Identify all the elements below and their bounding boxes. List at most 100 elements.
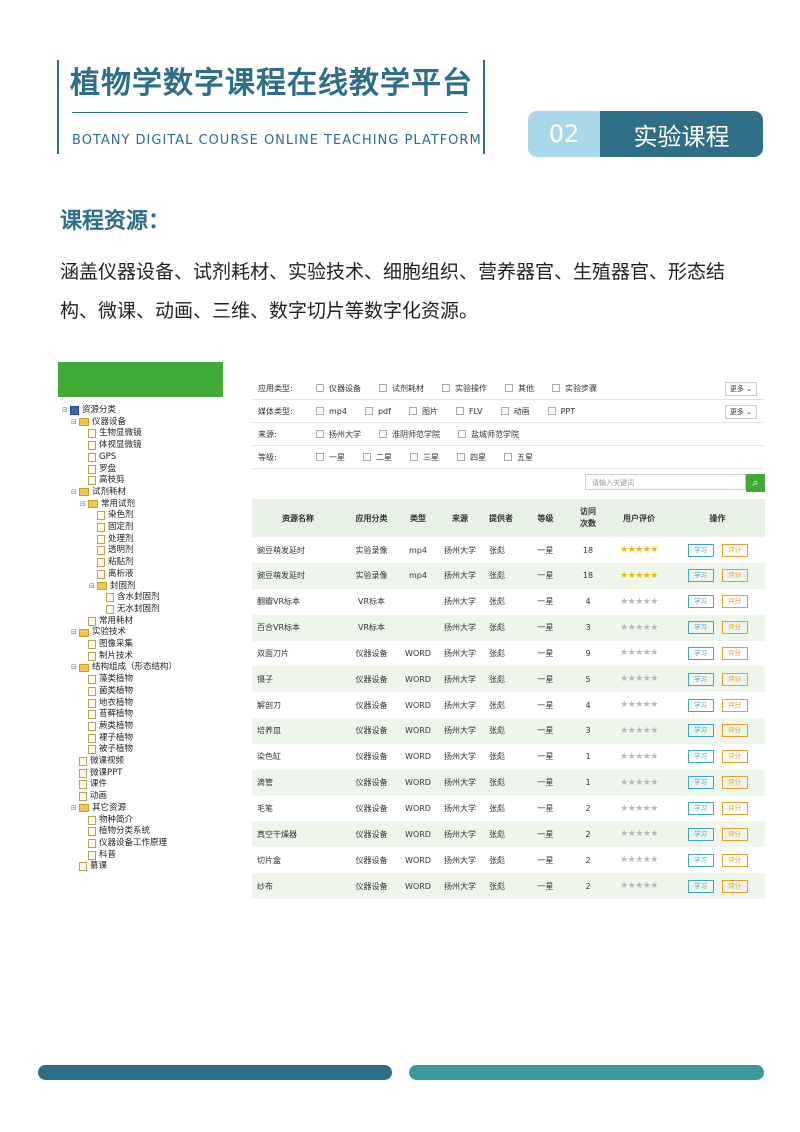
tree-node[interactable]: 苔藓植物 xyxy=(80,709,133,720)
tree-node[interactable]: 物种简介 xyxy=(80,815,133,826)
learn-button[interactable]: 学习 xyxy=(687,595,714,609)
rate-button[interactable]: 评分 xyxy=(721,646,748,660)
tree-toggle[interactable]: ⊟ xyxy=(71,662,77,673)
learn-button[interactable]: 学习 xyxy=(687,853,714,867)
tree-node[interactable]: 无水封固剂 xyxy=(98,604,160,615)
learn-button[interactable]: 学习 xyxy=(687,569,714,583)
filter-checkbox[interactable] xyxy=(442,384,450,392)
tree-toggle[interactable]: ⊟ xyxy=(89,581,95,592)
tree-node[interactable]: 蕨类植物 xyxy=(80,721,133,732)
filter-option[interactable]: 淮阴师范学院 xyxy=(379,429,440,440)
tree-toggle[interactable]: ⊟ xyxy=(71,487,77,498)
filter-checkbox[interactable] xyxy=(379,430,387,438)
tree-node[interactable]: 粘贴剂 xyxy=(89,557,134,568)
tree-node[interactable]: 含水封固剂 xyxy=(98,592,160,603)
tree-node[interactable]: ⊟ 实验技术 xyxy=(71,627,126,638)
search-input[interactable]: 请输入关键词 xyxy=(585,474,746,490)
filter-checkbox[interactable] xyxy=(363,453,371,461)
tree-node[interactable]: 菌类植物 xyxy=(80,686,133,697)
tree-node[interactable]: 植物分类系统 xyxy=(80,826,150,837)
filter-checkbox[interactable] xyxy=(547,407,556,415)
rate-button[interactable]: 评分 xyxy=(721,698,748,712)
more-button[interactable]: 更多 ⌄ xyxy=(724,405,757,419)
tree-node[interactable]: 动画 xyxy=(71,791,107,802)
filter-checkbox[interactable] xyxy=(410,453,418,461)
tree-node[interactable]: 图像采集 xyxy=(80,639,133,650)
tree-node[interactable]: 常用耗材 xyxy=(80,616,133,627)
learn-button[interactable]: 学习 xyxy=(687,724,714,738)
filter-option[interactable]: 其他 xyxy=(505,383,534,394)
filter-checkbox[interactable] xyxy=(379,384,387,392)
rate-button[interactable]: 评分 xyxy=(721,672,748,686)
learn-button[interactable]: 学习 xyxy=(687,750,714,764)
filter-checkbox[interactable] xyxy=(455,407,464,415)
filter-option[interactable]: FLV xyxy=(455,407,483,416)
tree-node[interactable]: ⊟ 其它资源 xyxy=(71,803,126,814)
filter-checkbox[interactable] xyxy=(408,407,417,415)
tree-node[interactable]: 离析液 xyxy=(89,569,134,580)
learn-button[interactable]: 学习 xyxy=(687,802,714,815)
rate-button[interactable]: 评分 xyxy=(721,543,748,557)
tree-toggle[interactable]: ⊟ xyxy=(71,417,77,428)
filter-checkbox[interactable] xyxy=(552,384,560,392)
learn-button[interactable]: 学习 xyxy=(687,879,714,893)
learn-button[interactable]: 学习 xyxy=(687,543,714,557)
rate-button[interactable]: 评分 xyxy=(721,750,748,764)
filter-option[interactable]: 实验操作 xyxy=(442,383,487,394)
filter-option[interactable]: 图片 xyxy=(408,406,438,417)
rate-button[interactable]: 评分 xyxy=(721,724,748,738)
tree-node[interactable]: 高枝剪 xyxy=(80,475,125,486)
filter-option[interactable]: mp4 xyxy=(316,407,347,416)
tree-toggle[interactable]: ⊟ xyxy=(71,803,77,814)
tree-node[interactable]: ⊟ 结构组成（形态结构） xyxy=(71,662,177,673)
tree-node[interactable]: 藻类植物 xyxy=(80,674,133,685)
tree-node[interactable]: ⊟ 常用试剂 xyxy=(80,499,135,510)
tree-node[interactable]: GPS xyxy=(80,452,116,463)
tree-toggle[interactable]: ⊟ xyxy=(71,627,77,638)
tree-node[interactable]: ⊟ 仪器设备 xyxy=(71,417,126,428)
rate-button[interactable]: 评分 xyxy=(721,621,748,635)
filter-checkbox[interactable] xyxy=(316,430,324,438)
tree-node[interactable]: 慕课 xyxy=(71,861,107,872)
learn-button[interactable]: 学习 xyxy=(687,672,714,686)
tree-toggle[interactable]: ⊟ xyxy=(62,405,68,416)
tree-node[interactable]: 染色剂 xyxy=(89,510,134,521)
rate-button[interactable]: 评分 xyxy=(721,827,748,841)
filter-checkbox[interactable] xyxy=(505,384,513,392)
search-icon[interactable]: ⌕ xyxy=(746,474,765,492)
filter-checkbox[interactable] xyxy=(504,453,512,461)
filter-checkbox[interactable] xyxy=(458,430,466,438)
rate-button[interactable]: 评分 xyxy=(721,879,748,893)
rate-button[interactable]: 评分 xyxy=(721,776,748,790)
tree-node[interactable]: ⊟ 试剂耗材 xyxy=(71,487,126,498)
filter-option[interactable]: 扬州大学 xyxy=(316,429,361,440)
tree-node[interactable]: ⊟ 资源分类 xyxy=(62,405,116,416)
filter-option[interactable]: 五星 xyxy=(504,452,533,463)
tree-node[interactable]: ⊟ 封固剂 xyxy=(89,581,136,592)
learn-button[interactable]: 学习 xyxy=(687,827,714,841)
rate-button[interactable]: 评分 xyxy=(721,595,748,609)
filter-checkbox[interactable] xyxy=(364,407,373,415)
tree-node[interactable]: 被子植物 xyxy=(80,744,133,755)
learn-button[interactable]: 学习 xyxy=(687,776,714,790)
filter-option[interactable]: pdf xyxy=(364,407,391,416)
learn-button[interactable]: 学习 xyxy=(687,646,714,660)
filter-option[interactable]: PPT xyxy=(547,407,575,416)
filter-option[interactable]: 实验步骤 xyxy=(552,383,597,394)
filter-option[interactable]: 仪器设备 xyxy=(316,383,361,394)
tree-node[interactable]: 制片技术 xyxy=(80,651,133,662)
tree-node[interactable]: 科普 xyxy=(80,850,116,861)
tree-node[interactable]: 固定剂 xyxy=(89,522,134,533)
rate-button[interactable]: 评分 xyxy=(721,853,748,867)
tree-node[interactable]: 处理剂 xyxy=(89,534,134,545)
filter-option[interactable]: 一星 xyxy=(316,452,345,463)
filter-option[interactable]: 盐城师范学院 xyxy=(458,429,519,440)
more-button[interactable]: 更多 ⌄ xyxy=(724,382,757,396)
filter-option[interactable]: 二星 xyxy=(363,452,392,463)
tree-node[interactable]: 课件 xyxy=(71,779,107,790)
filter-option[interactable]: 试剂耗材 xyxy=(379,383,424,394)
tree-node[interactable]: 生物显微镜 xyxy=(80,428,142,439)
tree-node[interactable]: 微课视频 xyxy=(71,756,124,767)
tree-node[interactable]: 体视显微镜 xyxy=(80,440,142,451)
rate-button[interactable]: 评分 xyxy=(721,569,748,583)
